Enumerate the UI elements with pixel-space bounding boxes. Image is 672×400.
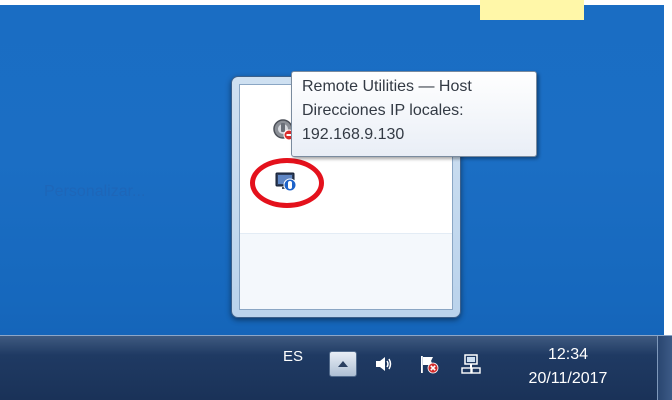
language-indicator[interactable]: ES bbox=[283, 348, 303, 365]
show-desktop-button[interactable] bbox=[657, 336, 672, 400]
highlight-circle bbox=[250, 158, 324, 208]
screen-right-edge bbox=[664, 0, 672, 335]
taskbar: ES 12:34 20/11/2017 bbox=[0, 335, 672, 400]
clock-time: 12:34 bbox=[547, 346, 589, 363]
show-hidden-icons-button[interactable] bbox=[329, 351, 357, 377]
customize-link[interactable]: Personalizar... bbox=[44, 183, 145, 201]
tooltip: Remote Utilities — Host Direcciones IP l… bbox=[291, 71, 537, 157]
tooltip-ip: 192.168.9.130 bbox=[302, 126, 405, 143]
clock-date: 20/11/2017 bbox=[528, 370, 608, 387]
volume-icon[interactable] bbox=[373, 353, 395, 375]
tooltip-label: Direcciones IP locales: bbox=[302, 102, 464, 119]
highlight-strip bbox=[480, 0, 584, 20]
system-clock[interactable]: 12:34 20/11/2017 bbox=[508, 343, 628, 391]
flyout-footer bbox=[240, 234, 452, 309]
network-icon[interactable] bbox=[460, 353, 482, 375]
action-center-flag-icon[interactable] bbox=[418, 353, 440, 375]
chevron-up-icon bbox=[338, 361, 348, 367]
tooltip-title: Remote Utilities — Host bbox=[302, 78, 472, 95]
